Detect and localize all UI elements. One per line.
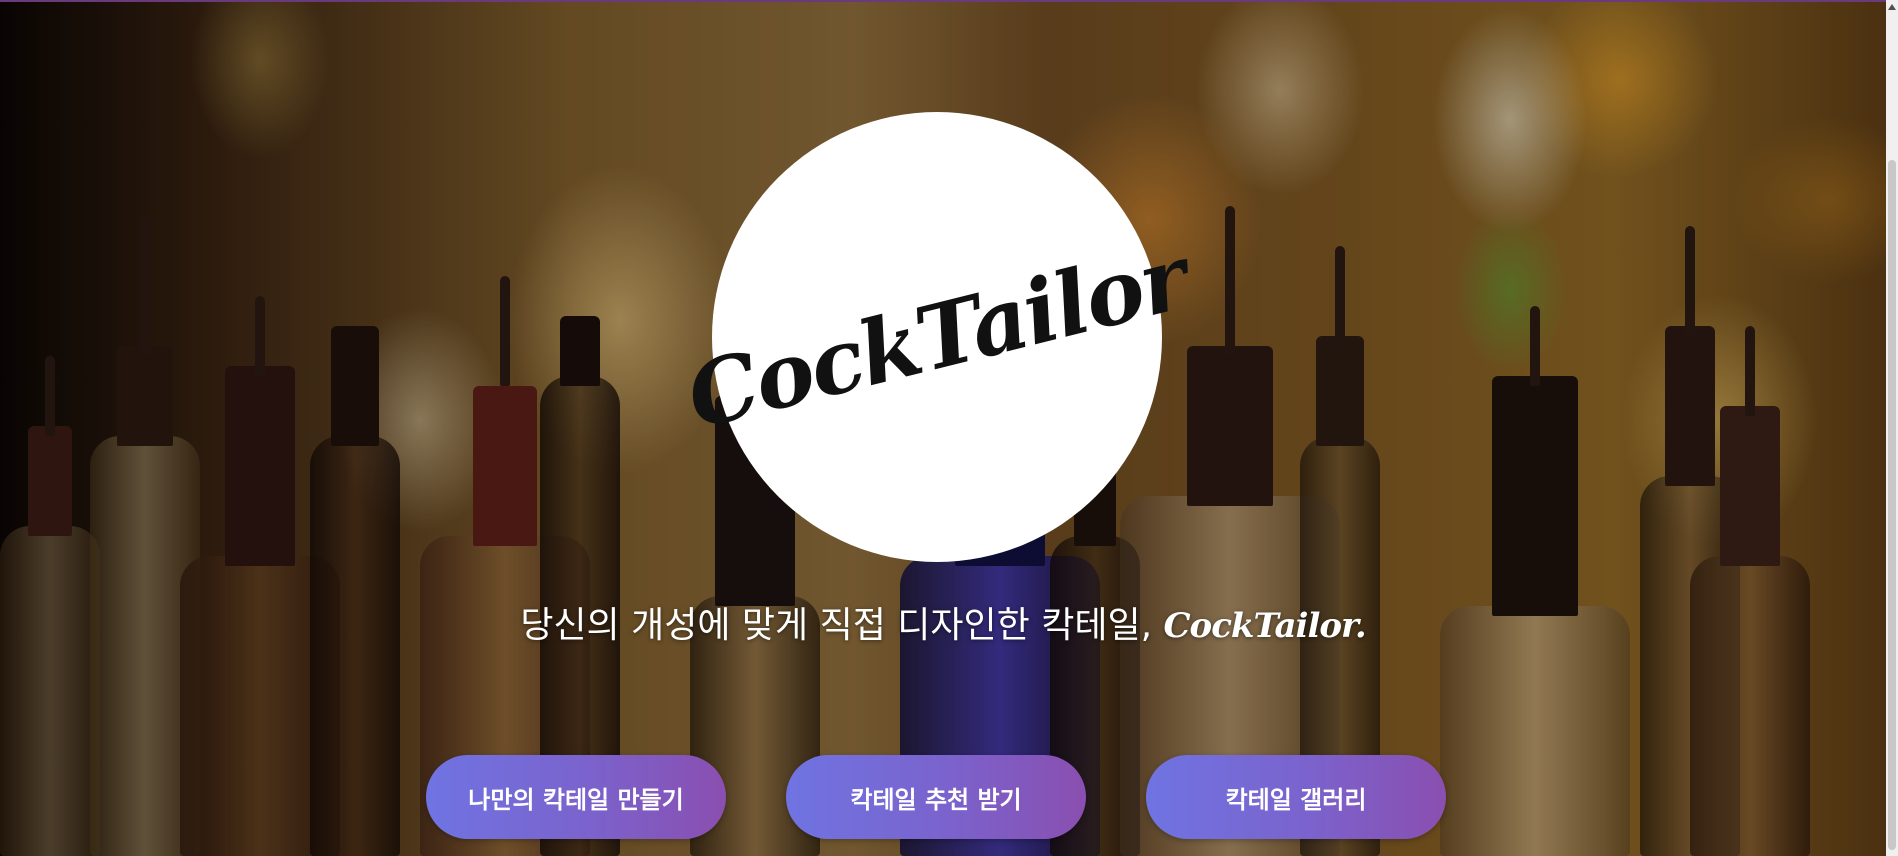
vertical-scrollbar[interactable]	[1886, 0, 1898, 856]
tagline-brand: CockTailor.	[1163, 606, 1366, 646]
logo-circle: CockTailor	[677, 112, 1197, 562]
hero-tagline: 당신의 개성에 맞게 직접 디자인한 칵테일, CockTailor.	[0, 596, 1886, 648]
logo-text: CockTailor	[677, 224, 1197, 450]
top-border	[0, 0, 1898, 2]
make-cocktail-button[interactable]: 나만의 칵테일 만들기	[426, 755, 726, 839]
triangle-up-icon[interactable]	[1888, 4, 1896, 10]
tagline-text: 당신의 개성에 맞게 직접 디자인한 칵테일,	[520, 605, 1153, 646]
landing-page: CockTailor 당신의 개성에 맞게 직접 디자인한 칵테일, CockT…	[0, 0, 1898, 856]
cocktail-recommend-button[interactable]: 칵테일 추천 받기	[786, 755, 1086, 839]
scrollbar-thumb[interactable]	[1888, 160, 1896, 850]
cocktail-gallery-button[interactable]: 칵테일 갤러리	[1146, 755, 1446, 839]
